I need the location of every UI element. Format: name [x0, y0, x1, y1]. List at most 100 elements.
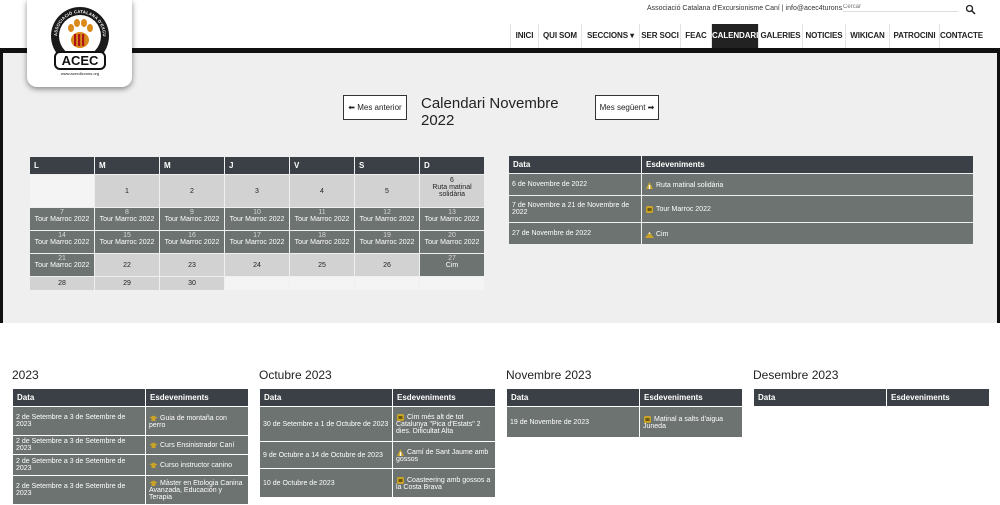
column-header: Esdeveniments [393, 389, 495, 406]
nav-qui-som[interactable]: QUI SOM [538, 24, 581, 48]
nav-wikican[interactable]: WIKICAN [845, 24, 889, 48]
event-link[interactable]: Guia de montaña con perro [149, 414, 227, 428]
calendar-day-cell[interactable]: 9 Tour Marroc 2022 [160, 208, 224, 230]
event-cell[interactable]: Coasteering amb gossos a la Costa Brava [393, 469, 495, 497]
hiker-icon [396, 448, 407, 456]
day-event-link[interactable]: Cim [420, 262, 484, 269]
calendar-day-cell[interactable]: 21 Tour Marroc 2022 [30, 254, 94, 276]
calendar-day-cell[interactable]: 15 Tour Marroc 2022 [95, 231, 159, 253]
day-number: 20 [448, 232, 456, 239]
nav-ser-soci[interactable]: SER SOCI [639, 24, 680, 48]
day-number: 6 [450, 177, 454, 184]
month-title: Novembre 2023 [506, 368, 592, 382]
event-cell[interactable]: Matinal a salts d'aigua Juneda [640, 407, 742, 437]
calendar-day-cell[interactable]: 20 Tour Marroc 2022 [420, 231, 484, 253]
day-number: 3 [255, 187, 259, 195]
nav-galeries[interactable]: GALERIES [758, 24, 802, 48]
event-cell[interactable]: Tour Marroc 2022 [642, 196, 973, 222]
calendar-day-cell[interactable]: 14 Tour Marroc 2022 [30, 231, 94, 253]
day-number: 12 [383, 209, 391, 216]
nav-contacte[interactable]: CONTACTE [939, 24, 983, 48]
calendar-day-cell[interactable]: 7 Tour Marroc 2022 [30, 208, 94, 230]
day-event-link[interactable]: Tour Marroc 2022 [420, 216, 484, 223]
event-link[interactable]: Curs Ensinistrador Caní [160, 442, 234, 449]
event-cell[interactable]: Màster en Etologia Canina Avanzada, Educ… [146, 476, 248, 504]
event-link[interactable]: Matinal a salts d'aigua Juneda [643, 415, 723, 429]
weekday-label: S [355, 157, 419, 174]
caret-down-icon: ▾ [627, 31, 635, 40]
day-event-link[interactable]: Ruta matinal solidària [420, 184, 484, 198]
search-icon[interactable] [965, 2, 976, 15]
day-number: 23 [188, 261, 196, 269]
calendar-day-cell[interactable]: 12 Tour Marroc 2022 [355, 208, 419, 230]
event-link[interactable]: Cim [656, 230, 668, 237]
table-row: 27 de Novembre de 2022 Cim [509, 223, 973, 244]
nav-feac[interactable]: FEAC [680, 24, 711, 48]
calendar-day-cell[interactable]: 19 Tour Marroc 2022 [355, 231, 419, 253]
day-event-link[interactable]: Tour Marroc 2022 [30, 216, 94, 223]
nav-label: NOTICIES [805, 31, 843, 40]
calendar-day-cell[interactable]: 8 Tour Marroc 2022 [95, 208, 159, 230]
events-table: Data Esdeveniments 19 de Novembre de 2023 M… [506, 388, 743, 438]
nav-calendari[interactable]: CALENDARI [711, 24, 758, 48]
month-title: 2023 [12, 368, 39, 382]
calendar-day-cell[interactable]: 10 Tour Marroc 2022 [225, 208, 289, 230]
nav-noticies[interactable]: NOTICIES [802, 24, 845, 48]
event-cell[interactable]: Ruta matinal solidària [642, 174, 973, 195]
nav-label: SECCIONS [586, 31, 628, 40]
day-event-link[interactable]: Tour Marroc 2022 [225, 216, 289, 223]
event-cell[interactable]: Guia de montaña con perro [146, 407, 248, 435]
nav-seccions[interactable]: SECCIONS ▾ [581, 24, 639, 48]
day-event-link[interactable]: Tour Marroc 2022 [355, 216, 419, 223]
day-event-link[interactable]: Tour Marroc 2022 [30, 239, 94, 246]
day-event-link[interactable]: Tour Marroc 2022 [95, 239, 159, 246]
prev-month-button[interactable]: ⬅ Mes anterior [343, 95, 407, 120]
nav-patrocini[interactable]: PATROCINI [889, 24, 939, 48]
mountain-icon [645, 230, 656, 238]
event-date: 2 de Setembre a 3 de Setembre de 2023 [13, 436, 145, 454]
upcoming-events-section: 2023 Data Esdeveniments 2 de Setembre a 3 d… [0, 323, 1000, 504]
event-cell[interactable]: Curs Ensinistrador Caní [146, 436, 248, 454]
day-event-link[interactable]: Tour Marroc 2022 [290, 239, 354, 246]
day-event-link[interactable]: Tour Marroc 2022 [290, 216, 354, 223]
day-event-link[interactable]: Tour Marroc 2022 [160, 239, 224, 246]
event-cell[interactable]: Curso instructor canino [146, 455, 248, 475]
calendar-day-cell[interactable]: 6 Ruta matinal solidària [420, 175, 484, 207]
event-link[interactable]: Curso instructor canino [160, 462, 232, 469]
day-event-link[interactable]: Tour Marroc 2022 [30, 262, 94, 269]
next-month-button[interactable]: Mes següent ➡ [595, 95, 659, 120]
calendar-title: Calendari Novembre 2022 [421, 95, 559, 129]
week-row: 1 2 3 4 5 6 Ruta matinal solidària [30, 175, 493, 208]
table-row: 9 de Octubre a 14 de Octubre de 2023 Camí… [260, 442, 495, 468]
nav-label: INICI [515, 31, 534, 40]
calendar-day-cell[interactable]: 27 Cim [420, 254, 484, 276]
event-link[interactable]: Ruta matinal solidària [656, 181, 723, 188]
day-event-link[interactable]: Tour Marroc 2022 [225, 239, 289, 246]
calendar-day-cell[interactable]: 18 Tour Marroc 2022 [290, 231, 354, 253]
backpack-icon [396, 476, 407, 484]
calendar-day-cell[interactable]: 11 Tour Marroc 2022 [290, 208, 354, 230]
event-link[interactable]: Tour Marroc 2022 [656, 206, 711, 213]
event-link[interactable]: Coasteering amb gossos a la Costa Brava [396, 476, 490, 490]
event-link[interactable]: Camí de Sant Jaume amb gossos [396, 448, 488, 462]
table-row: 6 de Novembre de 2022 Ruta matinal solidà… [509, 174, 973, 195]
search-input[interactable] [843, 2, 958, 12]
day-event-link[interactable]: Tour Marroc 2022 [95, 216, 159, 223]
site-logo[interactable]: ASSOCIACIÓ CATALANA D'EXCURSIONISME CANÍ… [27, 0, 132, 87]
event-link[interactable]: Cim més alt de tot Catalunya "Pica d'Est… [396, 414, 481, 435]
nav-label: CONTACTE [940, 31, 984, 40]
nav-inici[interactable]: INICI [510, 24, 538, 48]
event-date: 6 de Novembre de 2022 [509, 174, 641, 195]
event-cell[interactable]: Camí de Sant Jaume amb gossos [393, 442, 495, 468]
calendar-day-cell[interactable]: 16 Tour Marroc 2022 [160, 231, 224, 253]
nav-label: CALENDARI [712, 31, 759, 40]
event-cell[interactable]: Cim més alt de tot Catalunya "Pica d'Est… [393, 407, 495, 441]
calendar-day-cell[interactable]: 13 Tour Marroc 2022 [420, 208, 484, 230]
calendar-day-cell[interactable]: 17 Tour Marroc 2022 [225, 231, 289, 253]
day-event-link[interactable]: Tour Marroc 2022 [160, 216, 224, 223]
event-cell[interactable]: Cim [642, 223, 973, 244]
calendar-day-cell: 5 [355, 175, 419, 207]
day-event-link[interactable]: Tour Marroc 2022 [420, 239, 484, 246]
day-event-link[interactable]: Tour Marroc 2022 [355, 239, 419, 246]
day-number: 2 [190, 187, 194, 195]
